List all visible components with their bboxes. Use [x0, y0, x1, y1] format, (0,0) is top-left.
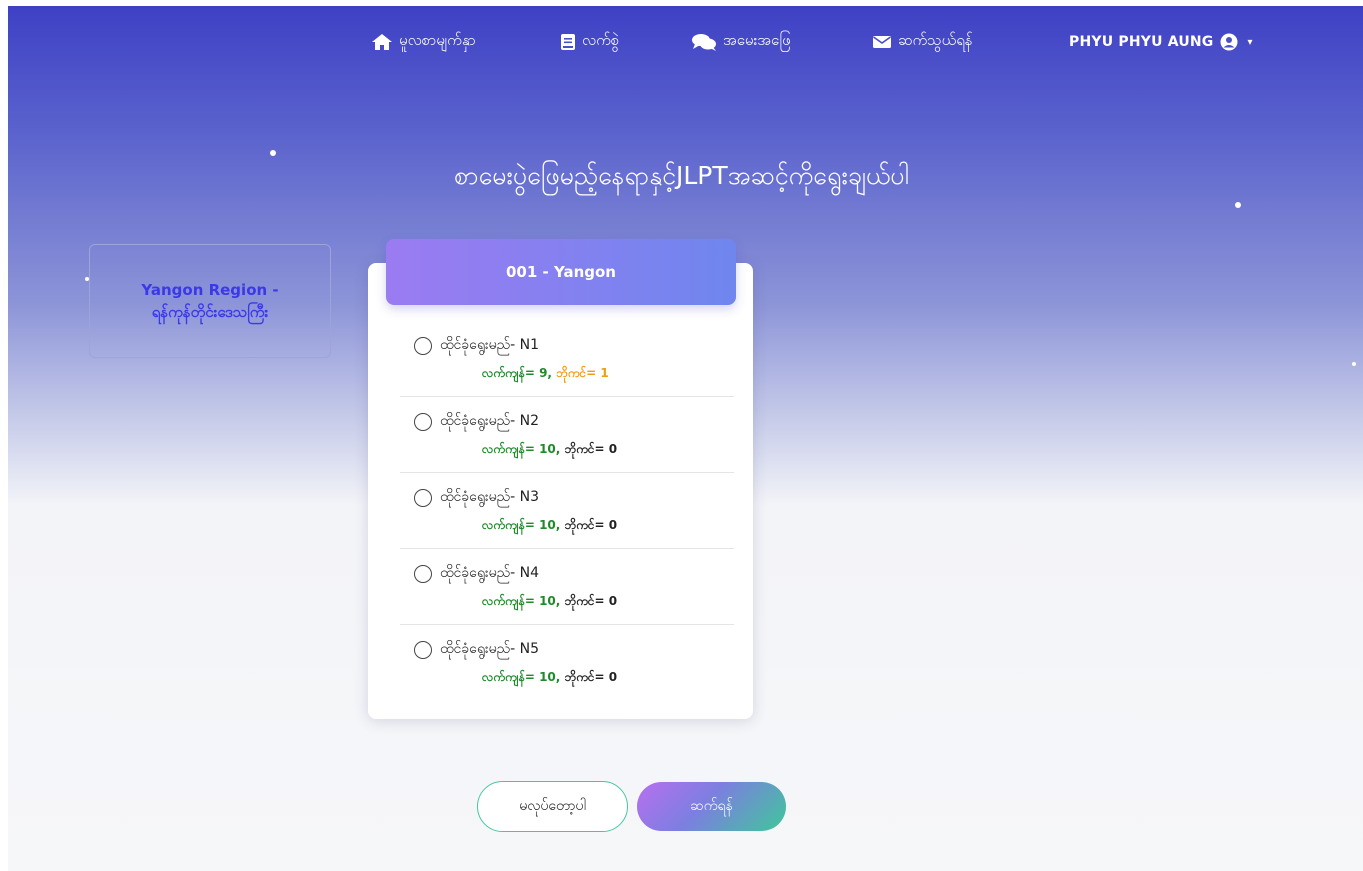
radio-button[interactable]	[414, 412, 432, 431]
region-name: Yangon Region -	[141, 281, 279, 299]
decor-dot	[270, 150, 276, 156]
remaining-count: လက်ကျန်= 10,	[482, 594, 561, 608]
level-option-n4[interactable]: ထိုင်ခုံရွေးမည်- N4 လက်ကျန်= 10, ဘိုကင်=…	[400, 549, 734, 625]
level-option-n2[interactable]: ထိုင်ခုံရွေးမည်- N2 လက်ကျန်= 10, ဘိုကင်=…	[400, 397, 734, 473]
nav-manual-label: လက်စွဲ	[582, 31, 620, 49]
nav-home[interactable]: မူလစာမျက်နှာ	[371, 24, 476, 60]
remaining-count: လက်ကျန်= 10,	[482, 518, 561, 532]
option-label: ထိုင်ခုံရွေးမည်- N1	[440, 337, 540, 353]
top-navigation: မူလစာမျက်နှာ လက်စွဲ အမေးအဖြေ ဆက်သွယ်ရန် …	[0, 24, 1363, 60]
seat-availability: လက်ကျန်= 10, ဘိုကင်= 0	[482, 669, 617, 687]
seat-availability: လက်ကျန်= 10, ဘိုကင်= 0	[482, 517, 617, 535]
nav-contact-label: ဆက်သွယ်ရန်	[898, 31, 973, 49]
booking-count: ဘိုကင်= 0	[564, 670, 618, 684]
window-top-edge	[0, 0, 1363, 6]
decor-dot	[1352, 362, 1356, 366]
seat-availability: လက်ကျန်= 10, ဘိုကင်= 0	[482, 593, 617, 611]
home-icon	[371, 33, 393, 51]
page-title: စာမေးပွဲဖြေမည့်နေရာနှင့်JLPTအဆင့်ကိုရွေး…	[454, 161, 909, 190]
radio-button[interactable]	[414, 640, 432, 659]
radio-button[interactable]	[414, 488, 432, 507]
region-name-mm: ရန်ကုန်တိုင်းဒေသကြီး	[151, 303, 269, 321]
nav-faq-label: အမေးအဖြေ	[723, 31, 791, 49]
option-label: ထိုင်ခုံရွေးမည်- N3	[440, 489, 540, 505]
booking-count: ဘိုကင်= 1	[556, 366, 609, 380]
seat-availability: လက်ကျန်= 9, ဘိုကင်= 1	[482, 365, 609, 383]
user-menu[interactable]: PHYU PHYU AUNG ▾	[1069, 24, 1253, 60]
option-label: ထိုင်ခုံရွေးမည်- N4	[440, 565, 540, 581]
radio-button[interactable]	[414, 564, 432, 583]
booking-count: ဘိုကင်= 0	[564, 442, 618, 456]
option-label: ထိုင်ခုံရွေးမည်- N5	[440, 641, 540, 657]
book-icon	[560, 33, 576, 51]
level-option-n5[interactable]: ထိုင်ခုံရွေးမည်- N5 လက်ကျန်= 10, ဘိုကင်=…	[400, 625, 734, 701]
level-option-n3[interactable]: ထိုင်ခုံရွေးမည်- N3 လက်ကျန်= 10, ဘိုကင်=…	[400, 473, 734, 549]
level-option-n1[interactable]: ထိုင်ခုံရွေးမည်- N1 လက်ကျန်= 9, ဘိုကင်= …	[400, 321, 734, 397]
booking-count: ဘိုကင်= 0	[564, 518, 618, 532]
booking-count: ဘိုကင်= 0	[564, 594, 618, 608]
nav-contact[interactable]: ဆက်သွယ်ရန်	[872, 24, 973, 60]
window-left-edge	[0, 0, 8, 871]
next-button[interactable]: ဆက်ရန်	[637, 782, 786, 831]
option-label: ထိုင်ခုံရွေးမည်- N2	[440, 413, 540, 429]
nav-home-label: မူလစာမျက်နှာ	[399, 31, 476, 49]
region-tab-yangon[interactable]: Yangon Region - ရန်ကုန်တိုင်းဒေသကြီး	[89, 244, 331, 358]
radio-button[interactable]	[414, 336, 432, 355]
remaining-count: လက်ကျန်= 9,	[482, 366, 552, 380]
user-name: PHYU PHYU AUNG	[1069, 34, 1214, 50]
decor-dot	[1235, 202, 1241, 208]
envelope-icon	[872, 34, 892, 50]
chevron-down-icon: ▾	[1247, 36, 1253, 48]
level-options: ထိုင်ခုံရွေးမည်- N1 လက်ကျန်= 9, ဘိုကင်= …	[400, 321, 734, 701]
cancel-button[interactable]: မလုပ်တော့ပါ	[477, 781, 628, 832]
chat-icon	[691, 33, 717, 51]
remaining-count: လက်ကျန်= 10,	[482, 670, 561, 684]
user-circle-icon	[1220, 33, 1238, 51]
nav-faq[interactable]: အမေးအဖြေ	[691, 24, 791, 60]
seat-availability: လက်ကျန်= 10, ဘိုကင်= 0	[482, 441, 617, 459]
remaining-count: လက်ကျန်= 10,	[482, 442, 561, 456]
venue-card-header: 001 - Yangon	[386, 239, 736, 305]
nav-manual[interactable]: လက်စွဲ	[560, 24, 619, 60]
